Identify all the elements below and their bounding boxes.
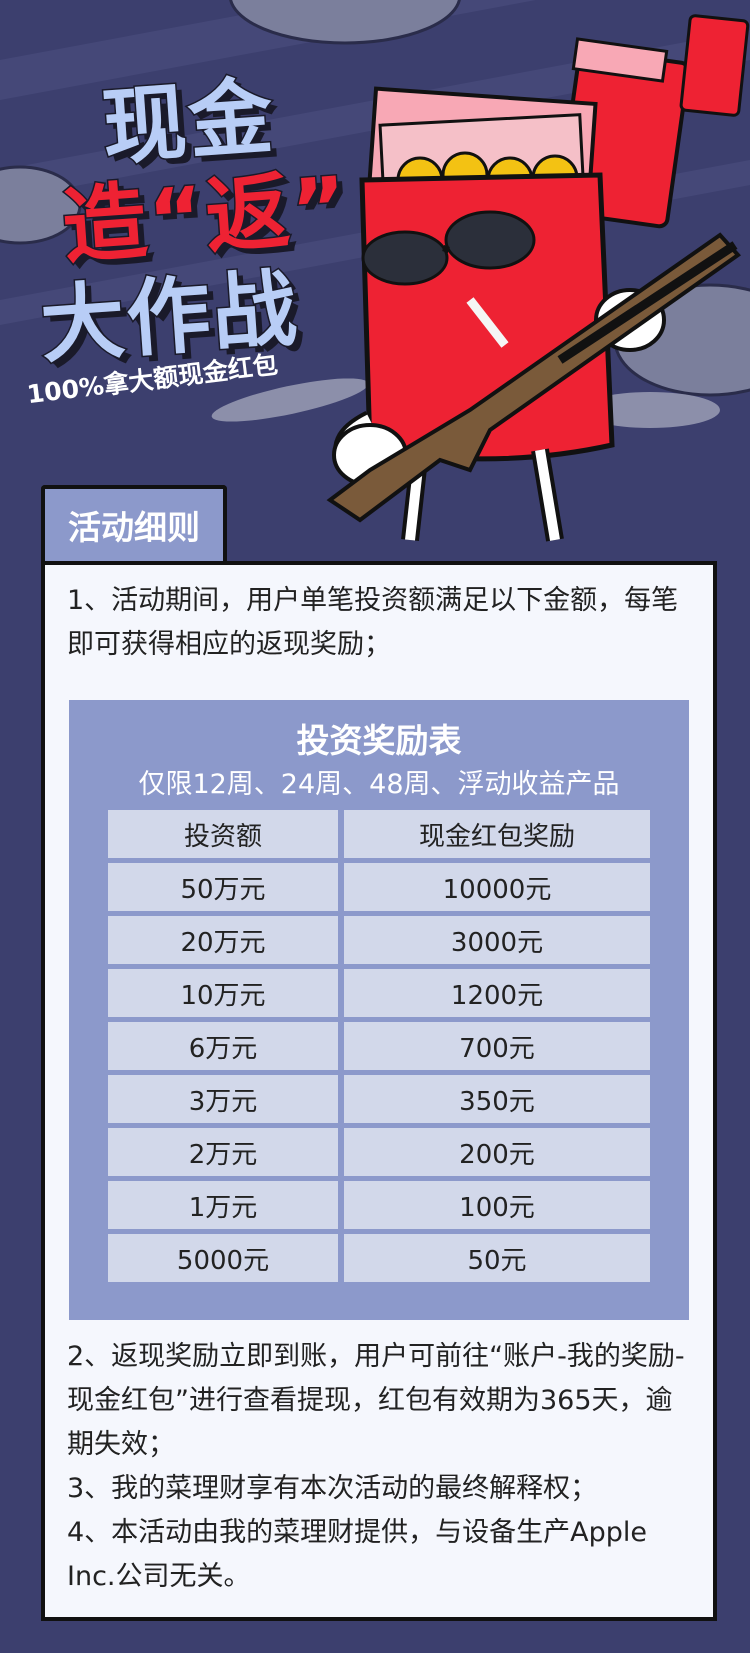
hero-banner: 现金 造“返” 大作战 100%拿大额现金红包 <box>0 0 750 560</box>
table-cell-reward: 100元 <box>344 1181 650 1229</box>
table-cell-amount: 5000元 <box>108 1234 338 1282</box>
reward-table: 投资奖励表 仅限12周、24周、48周、浮动收益产品 投资额 现金红包奖励 50… <box>69 700 689 1320</box>
table-cell-reward: 350元 <box>344 1075 650 1123</box>
table-cell-amount: 20万元 <box>108 916 338 964</box>
rule-paragraph-2: 2、返现奖励立即到账，用户可前往“账户-我的奖励-现金红包”进行查看提现，红包有… <box>67 1341 685 1460</box>
rule-paragraph-1: 1、活动期间，用户单笔投资额满足以下金额，每笔即可获得相应的返现奖励； <box>67 585 679 660</box>
table-cell-amount: 6万元 <box>108 1022 338 1070</box>
rule-paragraph-3: 3、我的菜理财享有本次活动的最终解释权； <box>67 1473 598 1504</box>
table-header-cell: 投资额 <box>108 810 338 858</box>
reward-table-title: 投资奖励表 <box>296 721 462 760</box>
table-cell-amount: 2万元 <box>108 1128 338 1176</box>
rule-paragraph-4: 4、本活动由我的菜理财提供，与设备生产Apple Inc.公司无关。 <box>67 1517 648 1592</box>
table-cell-reward: 200元 <box>344 1128 650 1176</box>
table-cell-amount: 3万元 <box>108 1075 338 1123</box>
table-cell-reward: 700元 <box>344 1022 650 1070</box>
reward-table-grid: 投资额 现金红包奖励 50万元 10000元 20万元 3000元 10万元 1… <box>108 810 650 1282</box>
section-tab-rules: 活动细则 <box>41 485 227 561</box>
table-cell-amount: 10万元 <box>108 969 338 1017</box>
table-cell-reward: 10000元 <box>344 863 650 911</box>
table-cell-reward: 50元 <box>344 1234 650 1282</box>
reward-table-subtitle: 仅限12周、24周、48周、浮动收益产品 <box>138 769 620 800</box>
table-cell-amount: 50万元 <box>108 863 338 911</box>
table-header-cell: 现金红包奖励 <box>344 810 650 858</box>
table-cell-reward: 3000元 <box>344 916 650 964</box>
rules-card: 1、活动期间，用户单笔投资额满足以下金额，每笔即可获得相应的返现奖励； 投资奖励… <box>41 561 717 1621</box>
table-cell-reward: 1200元 <box>344 969 650 1017</box>
table-cell-amount: 1万元 <box>108 1181 338 1229</box>
